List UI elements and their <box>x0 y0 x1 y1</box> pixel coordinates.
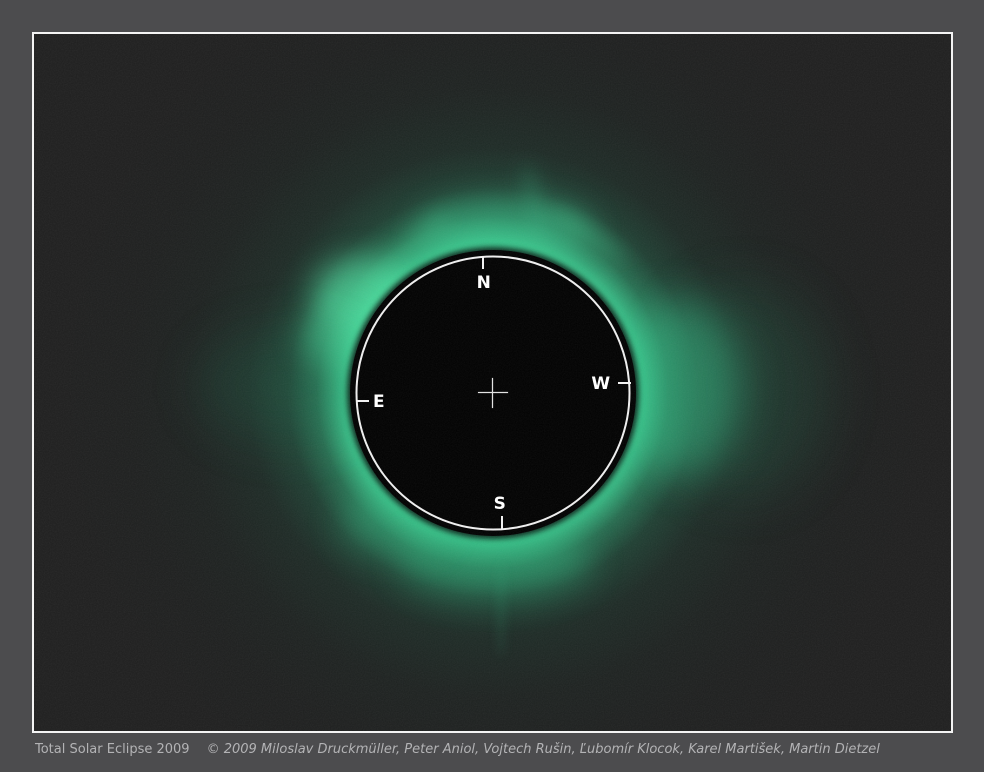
tick-south <box>501 516 503 530</box>
eclipse-photo-frame: N E W S <box>32 32 953 733</box>
caption-title: Total Solar Eclipse 2009 <box>35 742 190 757</box>
label-west: W <box>591 374 610 394</box>
center-cross-vertical <box>492 378 494 408</box>
caption-credit: © 2009 Miloslav Druckmüller, Peter Aniol… <box>207 742 880 757</box>
tick-north <box>482 256 484 269</box>
corona-ray <box>543 199 629 265</box>
corona-ray <box>519 162 550 241</box>
corona-streamer-bottom <box>398 526 593 598</box>
caption: Total Solar Eclipse 2009 © 2009 Miloslav … <box>35 742 965 757</box>
tick-east <box>356 400 369 402</box>
label-east: E <box>373 392 385 412</box>
label-south: S <box>494 494 507 514</box>
corona-haze-right <box>659 285 829 495</box>
label-north: N <box>477 273 492 293</box>
corona-haze-left <box>198 328 373 443</box>
corona-ray-south <box>498 562 505 657</box>
tick-west <box>618 382 631 384</box>
